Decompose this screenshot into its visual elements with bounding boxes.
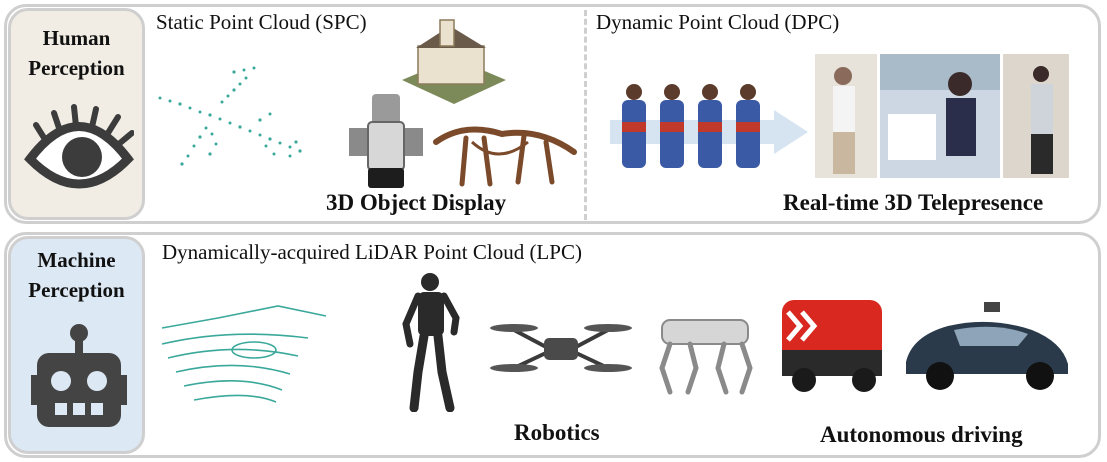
person-frame-4 [736,84,760,168]
machine-label-line2: Perception [28,278,125,302]
lpc-title: Dynamically-acquired LiDAR Point Cloud (… [162,240,582,264]
autonomous-driving-caption: Autonomous driving [820,422,1023,447]
quadruped-robot [659,319,753,395]
object-display-caption: 3D Object Display [326,190,507,215]
machine-perception-tag: Machine Perception [8,236,145,454]
telepresence-caption: Real-time 3D Telepresence [783,190,1044,215]
telepresence-photo-2 [880,54,1000,178]
human-label-line1: Human [42,26,111,50]
eye-icon [24,104,134,189]
human-perception-tag: Human Perception [8,8,145,220]
drone [490,324,632,372]
autonomous-car [906,302,1068,390]
airplane-point-cloud [158,66,302,166]
telepresence-photo-1 [815,54,877,178]
person-frame-3 [698,84,722,168]
delivery-vehicle [782,300,882,392]
spc-dpc-divider [584,10,587,220]
robot-icon [31,324,127,427]
human-label-line2: Perception [28,56,125,80]
church-model [402,19,506,104]
person-frame-1 [622,84,646,168]
humanoid-robot [402,273,460,412]
spc-title: Static Point Cloud (SPC) [156,10,367,34]
telepresence-photo-3 [1003,54,1069,178]
machine-label-line1: Machine [37,248,116,272]
dinosaur-skeleton-model [433,126,577,187]
robotics-caption: Robotics [514,420,600,445]
dpc-title: Dynamic Point Cloud (DPC) [596,10,840,34]
person-frame-2 [660,84,684,168]
lidar-scan-point-cloud [161,305,327,403]
